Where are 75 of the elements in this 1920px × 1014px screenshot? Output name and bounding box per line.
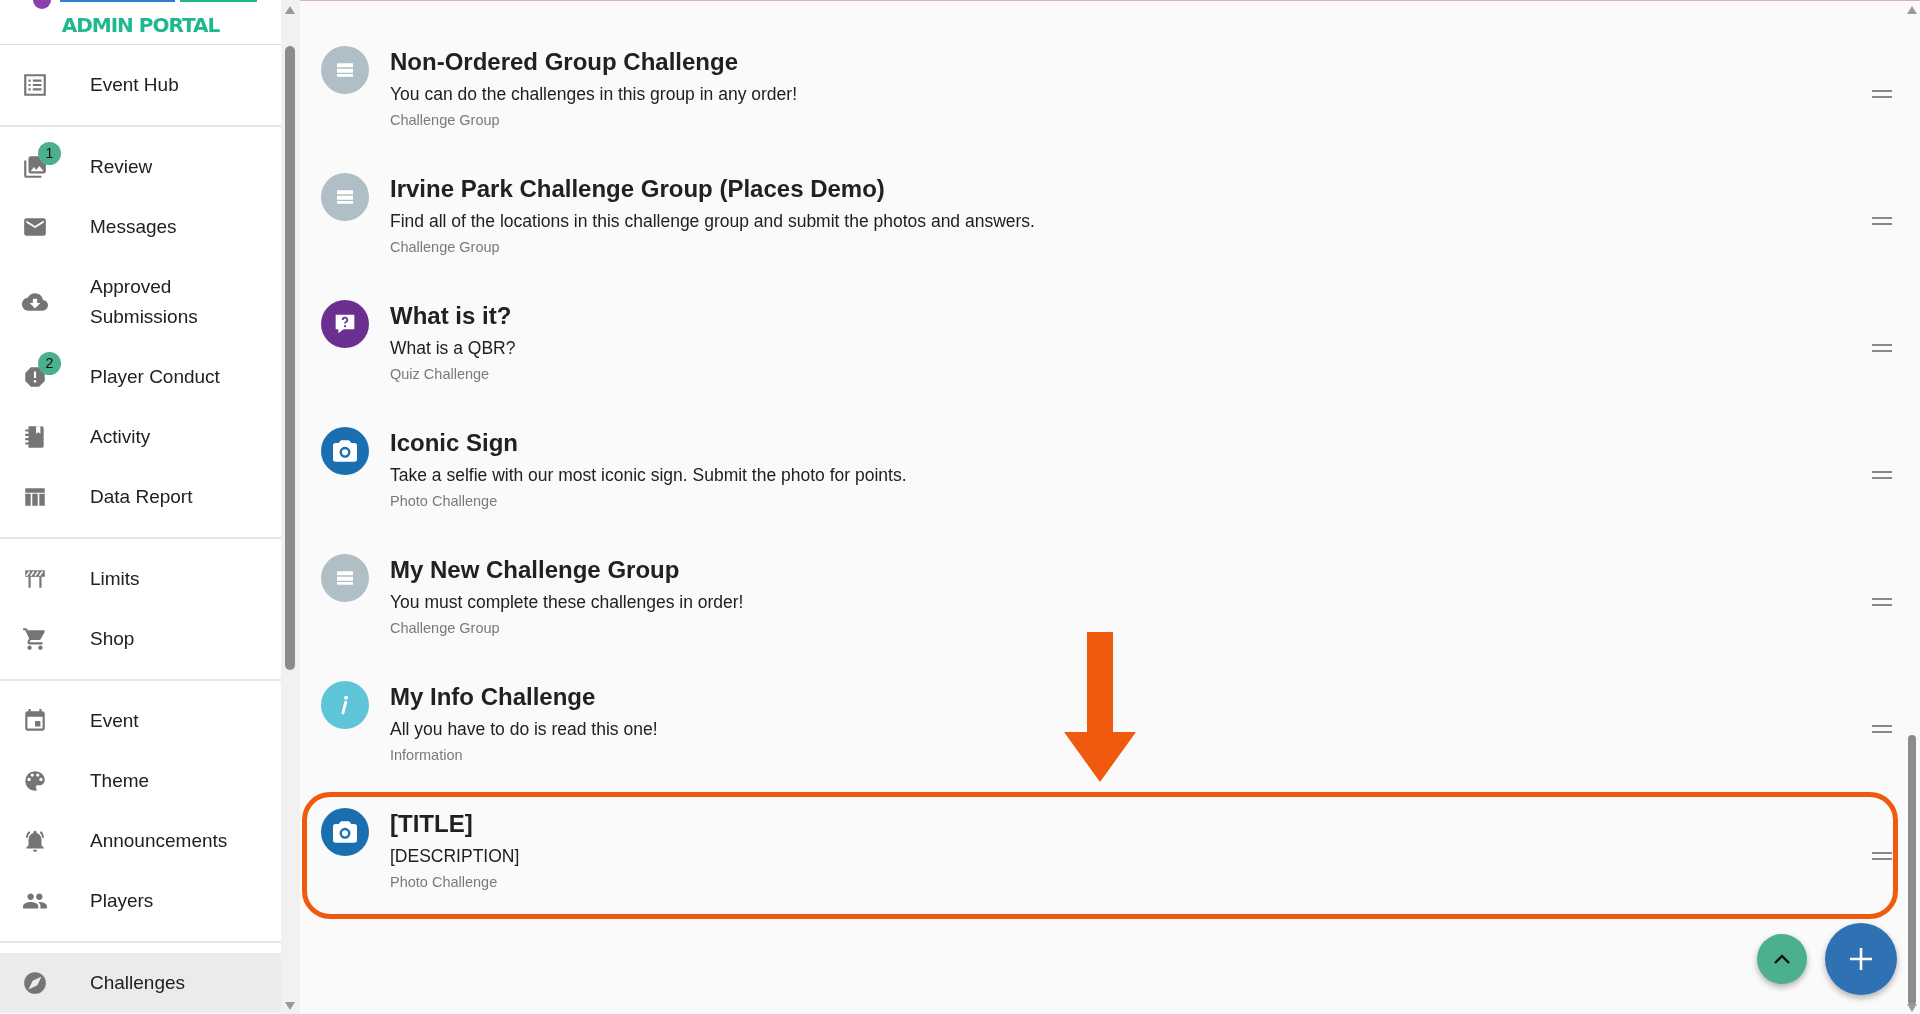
challenge-description: You must complete these challenges in order! [390,591,744,614]
palette-icon [22,768,48,794]
list-icon [22,72,48,98]
nav-item[interactable]: Limits [0,549,281,609]
nav-item[interactable]: Messages [0,197,281,257]
challenge-description: Find all of the locations in this challenge group and submit the photos and answers. [390,210,1035,233]
plus-icon [1850,948,1872,970]
challenge-type: Photo Challenge [390,492,498,511]
nav-item[interactable]: Event Hub [0,55,281,115]
nav-item[interactable]: Players [0,871,281,931]
warning-icon [22,364,48,390]
stack-icon [321,46,369,94]
scroll-top-button[interactable] [1757,934,1807,984]
challenge-title: Irvine Park Challenge Group (Places Demo) [390,174,885,204]
challenge-row[interactable]: Irvine Park Challenge Group (Places Demo) Find all of the locations in this challenge group and submit the photos and answers. Challenge Group [302,157,1898,284]
count-badge: 1 [38,142,61,165]
challenge-row[interactable]: My Info Challenge All you have to do is read this one! Information [302,665,1898,792]
nav-item[interactable]: Event [0,691,281,751]
nav-item[interactable]: Shop [0,609,281,669]
nav-item[interactable]: Theme [0,751,281,811]
nav-item[interactable]: Approved Submissions [0,257,281,347]
challenge-description: Take a selfie with our most iconic sign. Submit the photo for points. [390,464,907,487]
drag-handle-icon[interactable] [1872,597,1892,606]
nav-item[interactable]: Data Report [0,467,281,527]
add-button[interactable] [1825,923,1897,995]
photo-stack-icon [22,154,48,180]
cart-icon [22,626,48,652]
drag-handle-icon[interactable] [1872,343,1892,352]
nav-item[interactable]: Activity [0,407,281,467]
scrollbar-thumb[interactable] [285,46,295,670]
challenge-row[interactable]: Iconic Sign Take a selfie with our most iconic sign. Submit the photo for points. Photo Challenge [302,411,1898,538]
challenge-row[interactable]: Non-Ordered Group Challenge You can do the challenges in this group in any order! Challenge Group [302,30,1898,157]
challenge-description: All you have to do is read this one! [390,718,658,741]
nav-item[interactable]: Announcements [0,811,281,871]
challenge-type: Challenge Group [390,238,500,257]
camera-icon [321,427,369,475]
scrollbar[interactable] [281,0,300,1014]
calendar-icon [22,708,48,734]
challenge-type: Quiz Challenge [390,365,490,384]
challenge-description: You can do the challenges in this group in any order! [390,83,797,106]
drag-handle-icon[interactable] [1872,724,1892,733]
challenge-type: Photo Challenge [390,873,498,892]
challenge-title: My New Challenge Group [390,555,680,585]
drag-handle-icon[interactable] [1872,216,1892,225]
nav-item[interactable]: 2 Player Conduct [0,347,281,407]
chevron-up-icon [1774,954,1790,964]
scroll-up-icon [1907,6,1917,14]
drag-handle-icon[interactable] [1872,89,1892,98]
logo-subtitle: ADMIN PORTAL [61,12,220,38]
challenge-title: Iconic Sign [390,428,518,458]
nav-item[interactable]: Challenges [0,953,281,1013]
drag-handle-icon[interactable] [1872,851,1892,860]
challenge-description: What is a QBR? [390,337,516,360]
challenge-description: [DESCRIPTION] [390,845,520,868]
challenge-row[interactable]: My New Challenge Group You must complete these challenges in order! Challenge Group [302,538,1898,665]
stack-icon [321,554,369,602]
compass-icon [22,970,48,996]
challenge-title: What is it? [390,301,512,331]
info-icon [321,681,369,729]
drag-handle-icon[interactable] [1872,470,1892,479]
scroll-up-icon [285,6,295,14]
challenge-type: Information [390,746,463,765]
challenge-type: Challenge Group [390,111,500,130]
challenge-title: My Info Challenge [390,682,596,712]
challenge-title: Non-Ordered Group Challenge [390,47,739,77]
nav-item[interactable]: 1 Review [0,137,281,197]
question-bubble-icon [321,300,369,348]
camera-icon [321,808,369,856]
count-badge: 2 [38,352,61,375]
scrollbar-thumb[interactable] [1908,735,1916,1005]
challenge-title: [TITLE] [390,809,473,839]
challenge-type: Challenge Group [390,619,500,638]
stack-icon [321,173,369,221]
challenge-row[interactable]: What is it? What is a QBR? Quiz Challenge [302,284,1898,411]
scroll-down-icon [285,1002,295,1010]
